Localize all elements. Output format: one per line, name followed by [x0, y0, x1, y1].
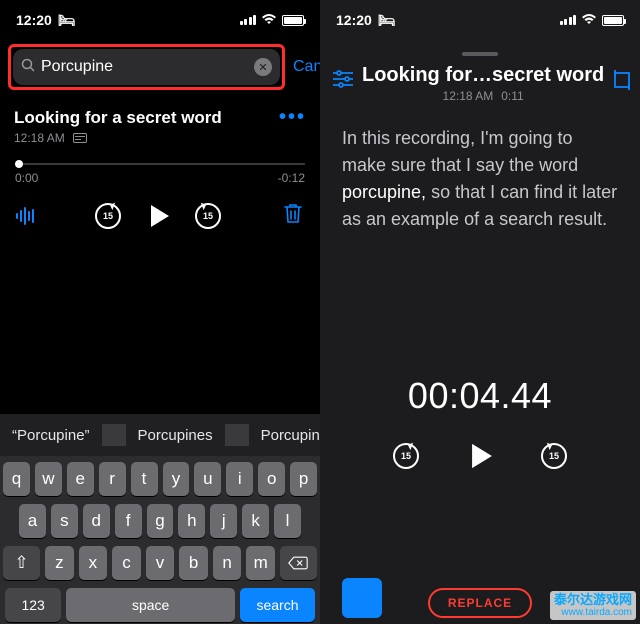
play-button[interactable] [151, 205, 169, 227]
elapsed-time: 0:00 [15, 171, 38, 185]
search-icon [21, 58, 35, 76]
key-e[interactable]: e [67, 462, 94, 496]
recording-time-label: 12:18 AM [14, 131, 65, 145]
kb-row-4: 123 space search [3, 588, 317, 622]
replace-button[interactable]: REPLACE [428, 588, 532, 618]
key-a[interactable]: a [19, 504, 46, 538]
search-row: ✕ Cancel [0, 40, 320, 96]
key-p[interactable]: p [290, 462, 317, 496]
key-f[interactable]: f [115, 504, 142, 538]
kb-row-3: ⇧ z x c v b n m [3, 546, 317, 580]
key-b[interactable]: b [179, 546, 208, 580]
key-y[interactable]: y [163, 462, 190, 496]
key-i[interactable]: i [226, 462, 253, 496]
waveform-icon[interactable] [16, 207, 34, 225]
transcript-icon [73, 133, 87, 143]
sheet-header: Looking for…secret word 12:18 AM 0:11 [320, 64, 640, 103]
key-m[interactable]: m [246, 546, 275, 580]
watermark-url: www.tairda.com [561, 607, 632, 618]
app-switcher-icon[interactable] [342, 578, 382, 618]
key-c[interactable]: c [112, 546, 141, 580]
delete-button[interactable] [282, 201, 304, 230]
trim-icon[interactable] [612, 70, 632, 95]
watermark: 泰尔达游戏网 www.tairda.com [550, 591, 636, 620]
suggestion-1[interactable]: Porcupine [0, 427, 102, 444]
key-g[interactable]: g [147, 504, 174, 538]
kb-row-2: a s d f g h j k l [3, 504, 317, 538]
key-t[interactable]: t [131, 462, 158, 496]
key-search[interactable]: search [240, 588, 315, 622]
key-x[interactable]: x [79, 546, 108, 580]
sheet-grabber[interactable] [462, 52, 498, 56]
keyboard: q w e r t y u i o p a s d f g h j k l ⇧ … [0, 456, 320, 624]
playback-controls: 15 15 [320, 443, 640, 469]
key-shift[interactable]: ⇧ [3, 546, 40, 580]
recording-title: Looking for a secret word [14, 108, 222, 128]
status-time: 12:20 [16, 12, 52, 28]
status-bar: 12:20 🛏 [0, 0, 320, 40]
key-v[interactable]: v [146, 546, 175, 580]
search-input[interactable] [41, 58, 248, 76]
skip-back-button[interactable]: 15 [95, 203, 121, 229]
key-r[interactable]: r [99, 462, 126, 496]
cellular-icon [560, 15, 577, 25]
key-h[interactable]: h [178, 504, 205, 538]
more-button[interactable]: ••• [279, 106, 306, 129]
highlight-box: ✕ [8, 44, 285, 90]
scrubber[interactable]: 0:00 -0:12 [14, 163, 306, 185]
bed-icon: 🛏 [378, 12, 396, 29]
recording-time-label: 12:18 AM [443, 89, 494, 103]
key-z[interactable]: z [45, 546, 74, 580]
skip-back-button[interactable]: 15 [393, 443, 419, 469]
search-field[interactable]: ✕ [13, 49, 280, 85]
key-backspace[interactable] [280, 546, 317, 580]
key-q[interactable]: q [3, 462, 30, 496]
key-k[interactable]: k [242, 504, 269, 538]
playback-time: 00:04.44 [320, 375, 640, 417]
key-space[interactable]: space [66, 588, 235, 622]
battery-icon [602, 15, 624, 26]
recording-duration: 0:11 [501, 89, 523, 103]
key-mode[interactable]: 123 [5, 588, 61, 622]
phone-right-transcript: 12:20 🛏 Looking for…secret word 12:18 AM… [320, 0, 640, 624]
battery-icon [282, 15, 304, 26]
recording-title: Looking for…secret word [362, 64, 604, 87]
kb-row-1: q w e r t y u i o p [3, 462, 317, 496]
options-icon[interactable] [332, 70, 354, 93]
transcript-highlight: porcupine, [342, 182, 426, 202]
key-n[interactable]: n [213, 546, 242, 580]
remaining-time: -0:12 [278, 171, 305, 185]
skip-forward-button[interactable]: 15 [195, 203, 221, 229]
status-time: 12:20 [336, 12, 372, 28]
transcript-pre: In this recording, I'm going to make sur… [342, 128, 578, 175]
status-bar: 12:20 🛏 [320, 0, 640, 40]
key-l[interactable]: l [274, 504, 301, 538]
key-w[interactable]: w [35, 462, 62, 496]
keyboard-suggestions: Porcupine Porcupines Porcupine's [0, 414, 320, 456]
cellular-icon [240, 15, 257, 25]
clear-search-button[interactable]: ✕ [254, 58, 272, 76]
phone-left-voice-memos: 12:20 🛏 ✕ Cancel Looking for a secret wo… [0, 0, 320, 624]
recording-item[interactable]: Looking for a secret word ••• 12:18 AM 0… [0, 96, 320, 185]
wifi-icon [581, 12, 597, 28]
suggestion-2[interactable]: Porcupines [126, 427, 225, 444]
play-button[interactable] [472, 444, 492, 468]
key-d[interactable]: d [83, 504, 110, 538]
key-u[interactable]: u [194, 462, 221, 496]
watermark-brand: 泰尔达游戏网 [554, 593, 632, 607]
playback-controls: 15 15 [0, 185, 320, 246]
wifi-icon [261, 12, 277, 28]
key-s[interactable]: s [51, 504, 78, 538]
key-o[interactable]: o [258, 462, 285, 496]
key-j[interactable]: j [210, 504, 237, 538]
skip-forward-button[interactable]: 15 [541, 443, 567, 469]
bed-icon: 🛏 [58, 12, 76, 29]
transcript-text[interactable]: In this recording, I'm going to make sur… [320, 103, 640, 255]
